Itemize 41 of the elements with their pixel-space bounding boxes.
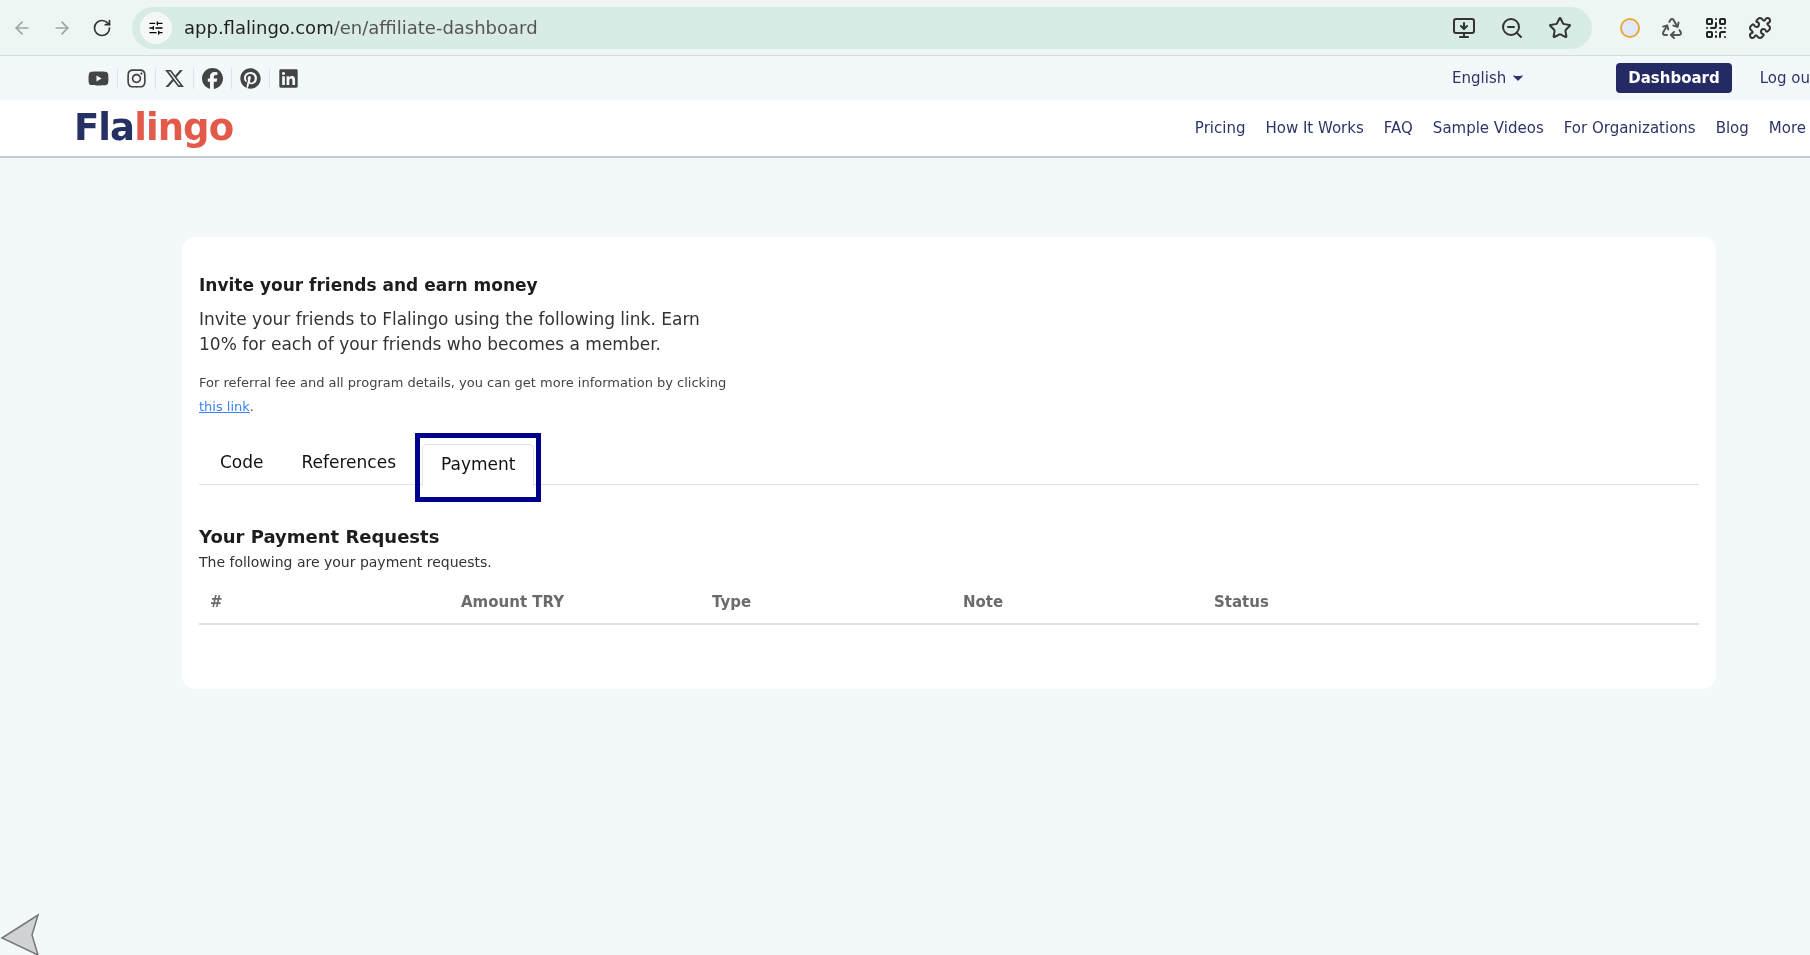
nav-link[interactable]: More: [1768, 116, 1806, 140]
instagram-icon[interactable]: [126, 67, 147, 89]
nav-link[interactable]: FAQ: [1383, 116, 1413, 140]
column-header: Status: [1214, 591, 1270, 613]
column-header: Amount TRY: [461, 591, 566, 613]
logout-link[interactable]: Log ou: [1759, 66, 1810, 90]
nav-link[interactable]: Blog: [1715, 116, 1749, 140]
details-text: For referral fee and all program details, you can get more information by clicking this link.: [199, 373, 728, 416]
x-icon[interactable]: [164, 67, 185, 89]
nav-link[interactable]: Pricing: [1194, 116, 1246, 140]
tab[interactable]: Payment: [422, 443, 535, 486]
qr-code-icon[interactable]: [1704, 15, 1728, 40]
pinterest-icon[interactable]: [240, 67, 261, 89]
puzzle-icon[interactable]: [1748, 15, 1772, 40]
bookmark-star-icon[interactable]: [1548, 15, 1572, 40]
site-settings-icon[interactable]: [140, 11, 172, 44]
tab[interactable]: References: [282, 441, 415, 484]
install-icon[interactable]: [1452, 15, 1476, 40]
nav-link[interactable]: Sample Videos: [1432, 116, 1544, 140]
details-link[interactable]: this link: [199, 398, 250, 414]
recycle-icon[interactable]: [1660, 15, 1684, 40]
column-header: Type: [712, 591, 753, 613]
dashboard-button[interactable]: Dashboard: [1616, 62, 1732, 94]
nav-link[interactable]: For Organizations: [1563, 116, 1696, 140]
tab[interactable]: Code: [201, 441, 283, 484]
facebook-icon[interactable]: [202, 67, 223, 89]
url-text[interactable]: app.flalingo.com/en/affiliate-dashboard: [184, 14, 1440, 41]
card-title: Invite your friends and earn money: [199, 274, 539, 297]
address-bar[interactable]: app.flalingo.com/en/affiliate-dashboard: [132, 6, 1592, 49]
column-header: #: [210, 591, 224, 613]
triangle-icon: [0, 913, 40, 955]
reload-icon[interactable]: [92, 17, 112, 38]
intro-text: Invite your friends to Flalingo using the following link. Earn 10% for each of your friends who becomes a member.: [199, 307, 701, 356]
zoom-icon[interactable]: [1500, 15, 1524, 40]
nav-link[interactable]: How It Works: [1265, 116, 1364, 140]
language-dropdown[interactable]: English: [1452, 66, 1527, 90]
column-header: Note: [963, 591, 1005, 613]
section-title: Your Payment Requests: [199, 524, 441, 549]
linkedin-icon[interactable]: [278, 67, 299, 89]
section-subtitle: The following are your payment requests.: [199, 552, 493, 572]
flalingo-logo[interactable]: Flalingo: [74, 100, 234, 156]
